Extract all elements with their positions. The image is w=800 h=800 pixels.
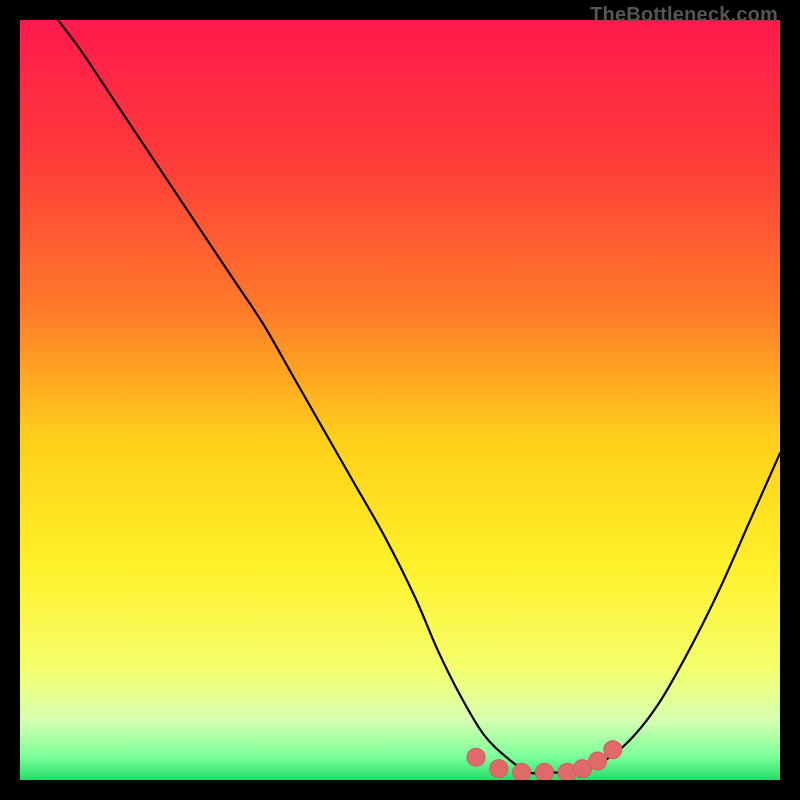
- flat-region-markers: [467, 741, 622, 780]
- bottleneck-curve: [58, 20, 780, 774]
- plot-area: [20, 20, 780, 780]
- watermark-text: TheBottleneck.com: [590, 4, 778, 27]
- curve-layer: [20, 20, 780, 780]
- flat-region-dot: [535, 763, 553, 780]
- flat-region-dot: [467, 748, 485, 766]
- flat-region-dot: [604, 741, 622, 759]
- chart-container: TheBottleneck.com: [0, 0, 800, 800]
- flat-region-dot: [513, 763, 531, 780]
- flat-region-dot: [490, 760, 508, 778]
- flat-region-dot: [589, 752, 607, 770]
